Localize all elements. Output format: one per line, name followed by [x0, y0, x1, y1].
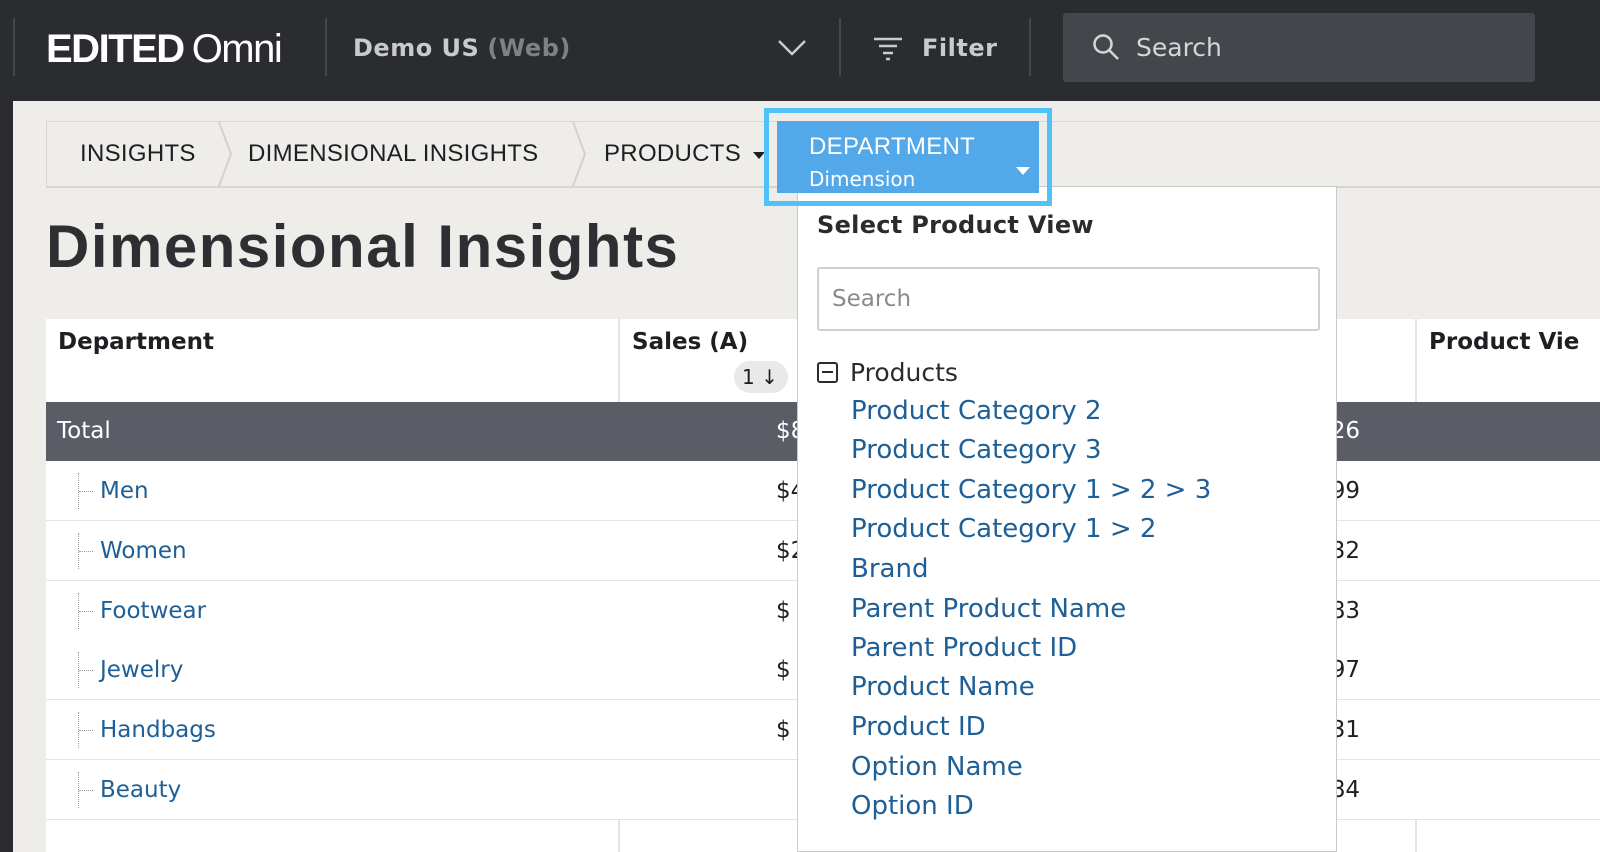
column-header-product-views[interactable]: Product Vie — [1429, 329, 1579, 412]
tree-connector-icon — [78, 473, 94, 509]
account-name: Demo US — [353, 34, 480, 62]
breadcrumb-separator — [218, 122, 233, 186]
filter-icon — [874, 37, 902, 61]
tree-connector-icon — [78, 533, 94, 569]
breadcrumb-products[interactable]: PRODUCTS — [604, 122, 741, 186]
search-icon — [1093, 34, 1119, 60]
topbar-divider — [325, 18, 327, 76]
row-department-link[interactable]: Women — [100, 521, 187, 581]
dropdown-search-input[interactable] — [817, 267, 1320, 331]
breadcrumb-dimensional-insights[interactable]: DIMENSIONAL INSIGHTS — [248, 122, 538, 186]
row-department-link[interactable]: Jewelry — [100, 640, 183, 700]
total-label: Total — [57, 418, 111, 444]
active-crumb-body: DEPARTMENT Dimension — [777, 121, 1039, 193]
logo-brand: EDITED — [46, 27, 185, 71]
filter-label: Filter — [922, 34, 998, 62]
topbar-divider — [1029, 18, 1031, 76]
products-group-label: Products — [850, 357, 958, 387]
product-view-option[interactable]: Option ID — [851, 789, 974, 823]
topbar-edge-divider — [13, 18, 15, 76]
column-header-department[interactable]: Department — [58, 329, 214, 412]
page-title: Dimensional Insights — [46, 213, 680, 280]
active-crumb-title: DEPARTMENT — [809, 133, 976, 160]
top-bar: EDITED Omni Demo US (Web) Filter Search — [0, 0, 1600, 101]
breadcrumb-separator — [572, 122, 587, 186]
product-view-option[interactable]: Parent Product ID — [851, 631, 1077, 665]
row-department-link[interactable]: Footwear — [100, 581, 206, 641]
global-search-placeholder: Search — [1136, 33, 1222, 62]
product-view-option[interactable]: Product Name — [851, 670, 1035, 704]
row-sales: $ — [776, 598, 791, 624]
product-view-dropdown: Select Product View Products Product Cat… — [797, 186, 1337, 852]
row-sales: $ — [776, 717, 791, 743]
breadcrumb-insights[interactable]: INSIGHTS — [80, 122, 196, 186]
row-department-link[interactable]: Men — [100, 461, 149, 521]
account-selector[interactable]: Demo US (Web) — [353, 30, 571, 66]
breadcrumb-department-dimension[interactable]: DEPARTMENT Dimension — [764, 108, 1052, 206]
product-view-option[interactable]: Option Name — [851, 750, 1023, 784]
collapse-icon[interactable] — [817, 361, 838, 383]
dropdown-title: Select Product View — [817, 211, 1094, 239]
filter-button[interactable]: Filter — [872, 26, 997, 70]
app-logo[interactable]: EDITED Omni — [46, 26, 283, 72]
row-department-link[interactable]: Handbags — [100, 700, 216, 760]
product-view-option[interactable]: Product Category 1 > 2 — [851, 512, 1156, 546]
product-view-option[interactable]: Brand — [851, 552, 928, 586]
tree-connector-icon — [78, 593, 94, 629]
tree-connector-icon — [78, 712, 94, 748]
topbar-divider — [839, 18, 841, 76]
row-department-link[interactable]: Beauty — [100, 760, 181, 820]
global-search[interactable]: Search — [1063, 13, 1535, 82]
caret-down-icon — [1016, 167, 1030, 175]
chevron-down-icon[interactable] — [776, 36, 808, 60]
product-view-option[interactable]: Product Category 3 — [851, 433, 1102, 467]
row-sales: $ — [776, 657, 791, 683]
active-crumb-subtitle: Dimension — [809, 167, 916, 191]
product-view-option[interactable]: Product Category 1 > 2 > 3 — [851, 473, 1211, 507]
logo-product: Omni — [191, 27, 283, 71]
tree-connector-icon — [78, 772, 94, 808]
sort-indicator[interactable]: 1 ↓ — [734, 361, 788, 393]
products-group-toggle[interactable]: Products — [817, 355, 958, 389]
product-view-option[interactable]: Product Category 2 — [851, 394, 1102, 428]
product-view-option[interactable]: Parent Product Name — [851, 592, 1126, 626]
product-view-option[interactable]: Product ID — [851, 710, 986, 744]
column-header-sales[interactable]: Sales (A) — [632, 329, 748, 412]
tree-connector-icon — [78, 652, 94, 688]
account-suffix: (Web) — [487, 34, 571, 62]
